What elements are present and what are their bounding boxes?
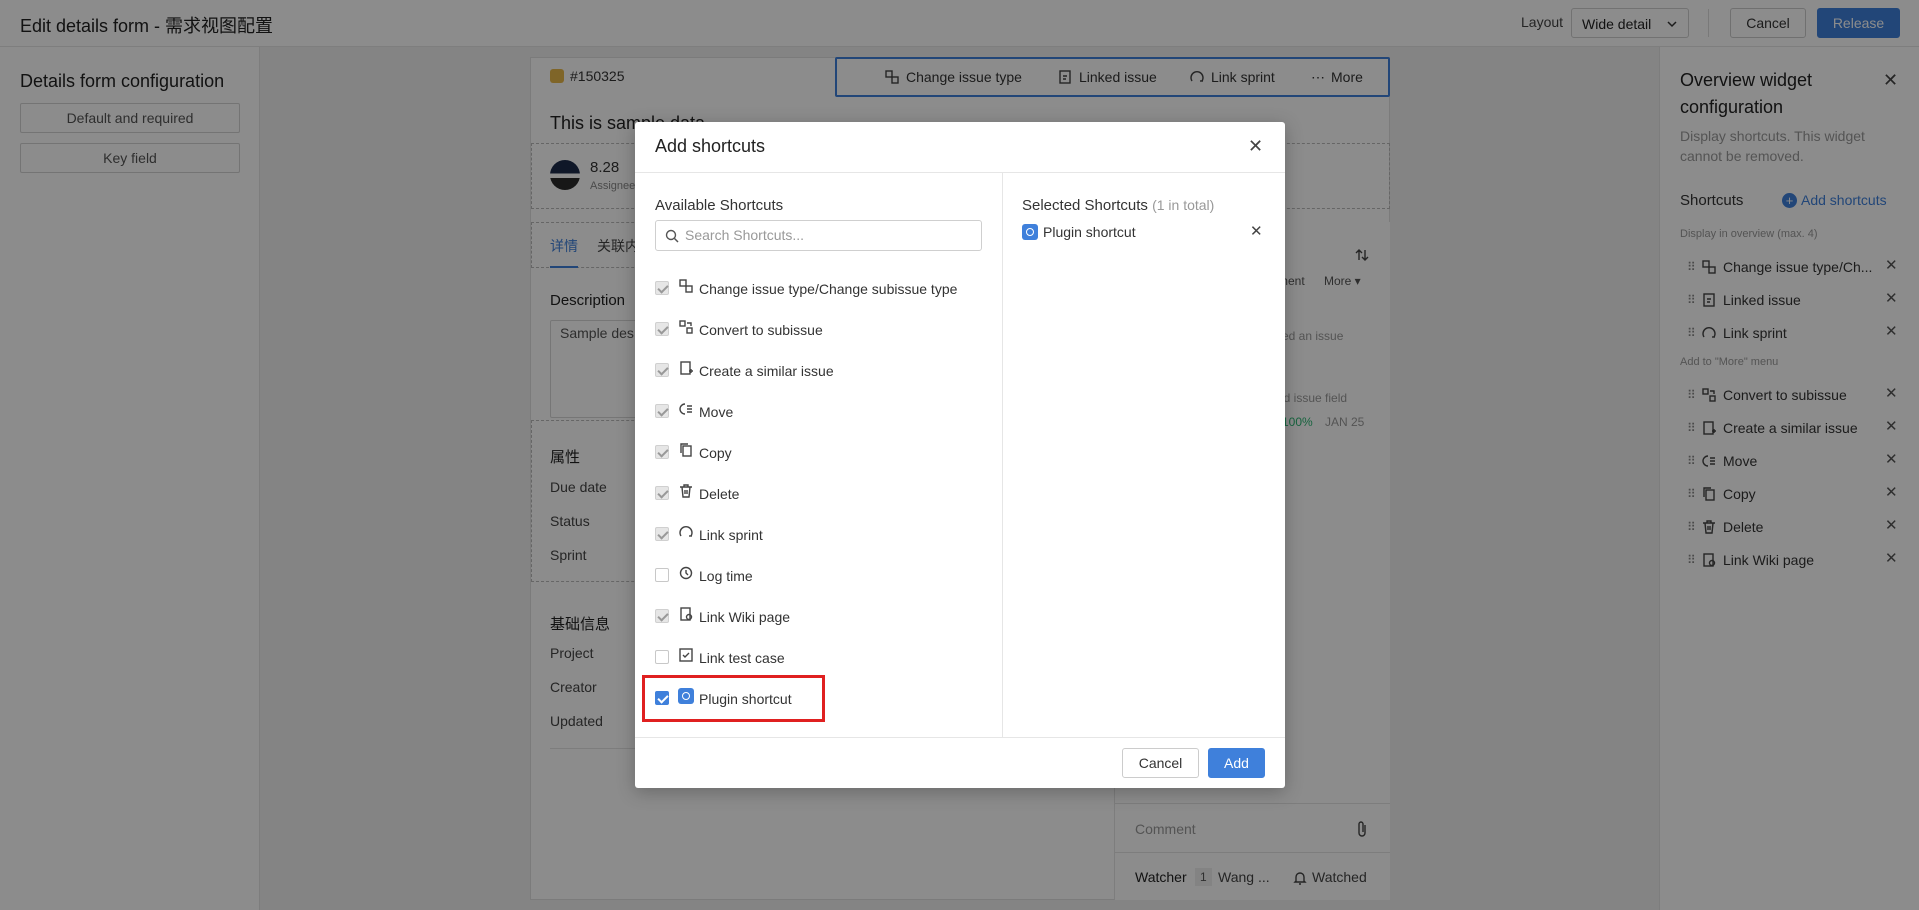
shortcut-option-label: Link test case xyxy=(699,650,785,666)
dialog-add-button[interactable]: Add xyxy=(1208,748,1265,778)
shortcut-option-label: Log time xyxy=(699,568,753,584)
change-type-icon xyxy=(679,279,693,293)
divider xyxy=(635,737,1285,738)
move-icon xyxy=(679,403,692,415)
shortcut-option-label: Create a similar issue xyxy=(699,363,834,379)
checkbox[interactable] xyxy=(655,363,669,377)
search-icon xyxy=(665,229,679,243)
checkbox[interactable] xyxy=(655,568,669,582)
divider xyxy=(1002,173,1003,737)
shortcut-option-label: Move xyxy=(699,404,734,420)
selected-count: (1 in total) xyxy=(1152,197,1215,213)
selected-shortcuts-heading: Selected Shortcuts (1 in total) xyxy=(1022,197,1214,214)
checkbox[interactable] xyxy=(655,486,669,500)
convert-icon xyxy=(679,320,693,334)
checkbox[interactable] xyxy=(655,281,669,295)
similar-issue-icon xyxy=(680,361,693,375)
shortcut-option-label: Change issue type/Change subissue type xyxy=(699,281,958,297)
clock-icon xyxy=(679,566,693,580)
divider xyxy=(635,172,1285,173)
highlight-box xyxy=(642,675,825,722)
shortcut-option-label: Delete xyxy=(699,486,740,502)
checkbox[interactable] xyxy=(655,609,669,623)
checkbox[interactable] xyxy=(655,404,669,418)
close-icon[interactable]: ✕ xyxy=(1248,136,1263,157)
shortcut-option-label: Link Wiki page xyxy=(699,609,791,625)
sprint-icon xyxy=(679,526,693,537)
test-case-icon xyxy=(679,648,693,662)
dialog-title: Add shortcuts xyxy=(655,136,766,156)
selected-item: Plugin shortcut xyxy=(1022,224,1136,240)
copy-icon xyxy=(680,443,692,457)
remove-selected-icon[interactable]: ✕ xyxy=(1250,222,1263,240)
selected-shortcuts-title: Selected Shortcuts xyxy=(1022,197,1148,214)
checkbox[interactable] xyxy=(655,650,669,664)
selected-item-label: Plugin shortcut xyxy=(1043,224,1136,240)
search-input[interactable] xyxy=(685,227,965,243)
available-shortcuts-heading: Available Shortcuts xyxy=(655,197,784,214)
checkbox[interactable] xyxy=(655,527,669,541)
plugin-icon xyxy=(1022,224,1038,240)
trash-icon xyxy=(680,484,692,498)
search-shortcuts-field[interactable] xyxy=(655,220,982,251)
checkbox[interactable] xyxy=(655,445,669,459)
shortcut-option-label: Link sprint xyxy=(699,527,763,543)
shortcut-option-label: Copy xyxy=(699,445,732,461)
shortcut-option-label: Convert to subissue xyxy=(699,322,823,338)
dialog-cancel-button[interactable]: Cancel xyxy=(1122,748,1199,778)
wiki-icon xyxy=(680,607,693,621)
checkbox[interactable] xyxy=(655,322,669,336)
